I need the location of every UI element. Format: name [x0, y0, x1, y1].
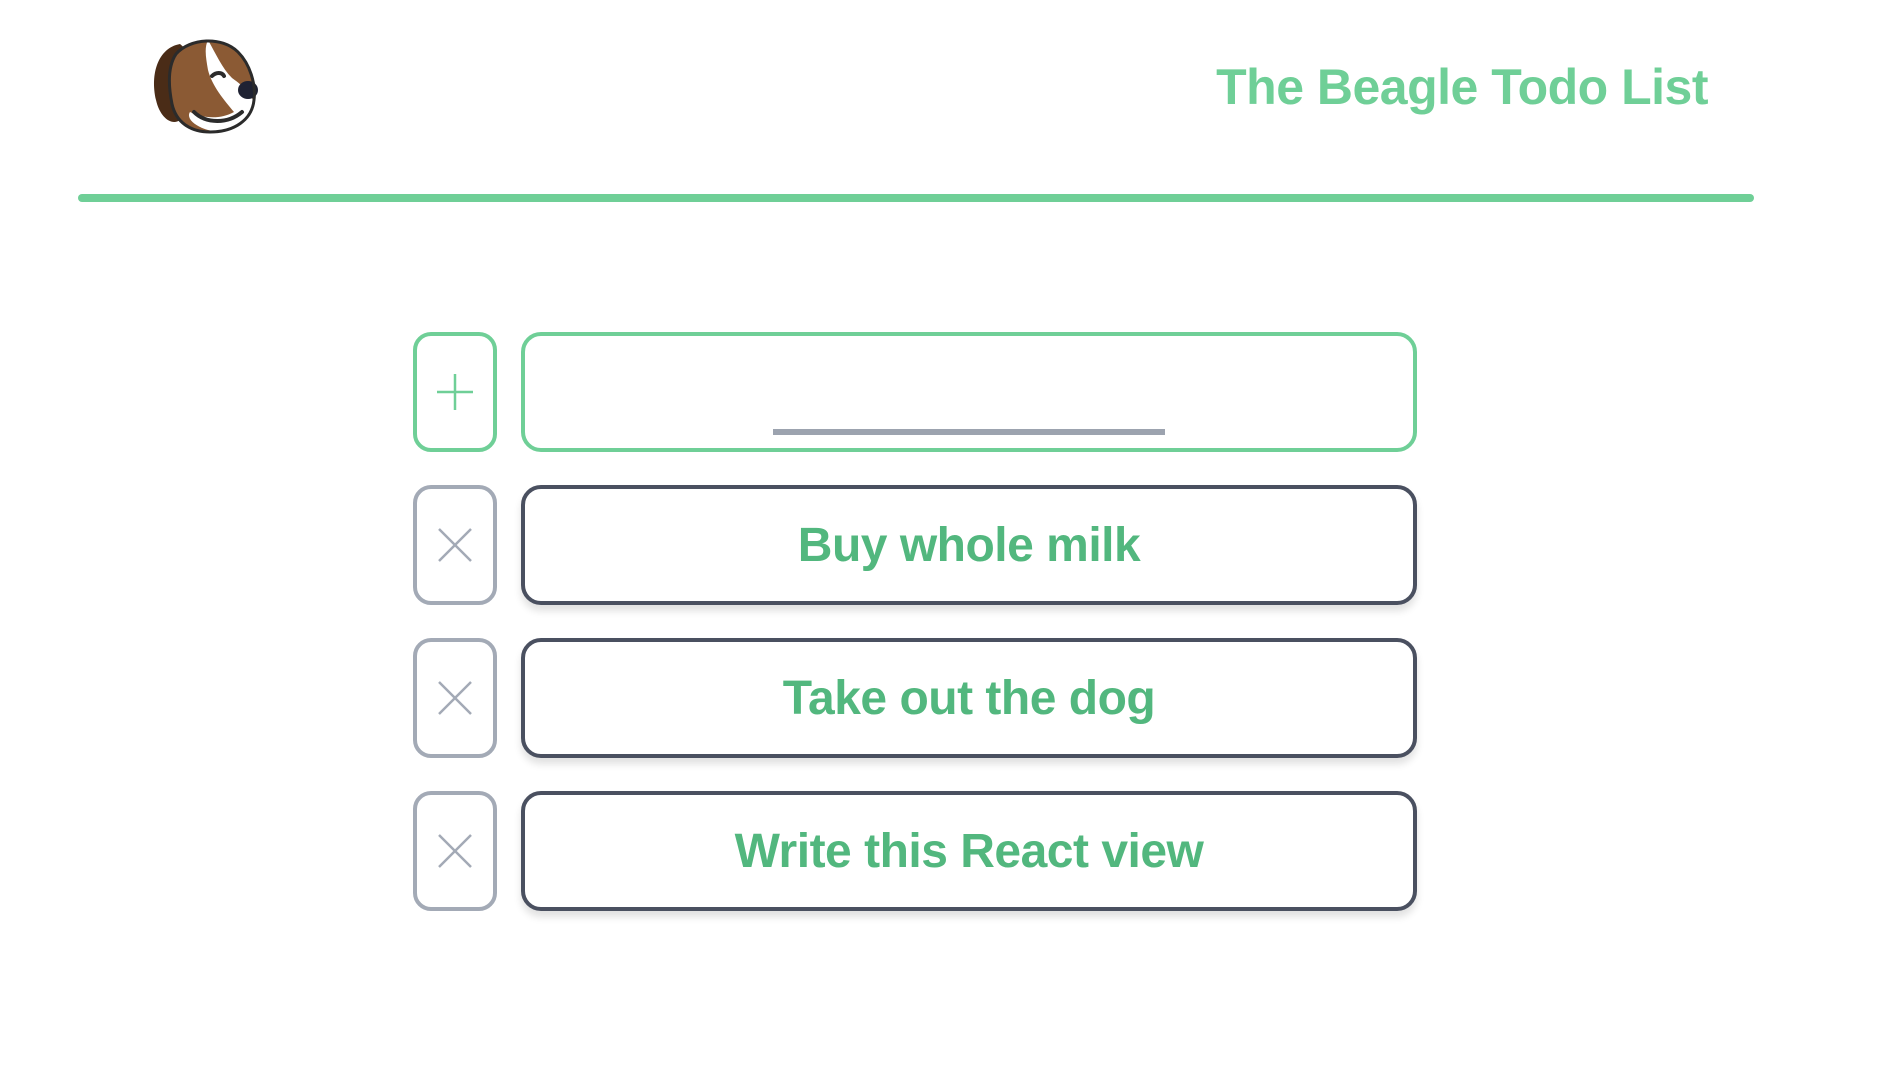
todo-item-label[interactable]: Buy whole milk	[521, 485, 1417, 605]
plus-icon	[437, 374, 473, 410]
beagle-logo-icon	[150, 34, 262, 136]
new-todo-row	[413, 332, 1417, 452]
todo-item-label[interactable]: Write this React view	[521, 791, 1417, 911]
app-title: The Beagle Todo List	[1216, 59, 1708, 115]
todo-item-row: Take out the dog	[413, 638, 1417, 758]
add-todo-button[interactable]	[413, 332, 497, 452]
todo-item-row: Buy whole milk	[413, 485, 1417, 605]
header-divider	[78, 194, 1754, 202]
delete-todo-button[interactable]	[413, 791, 497, 911]
todo-list: Buy whole milk Take out the dog Write th…	[413, 332, 1417, 944]
close-icon	[438, 681, 472, 715]
close-icon	[438, 528, 472, 562]
new-todo-input[interactable]	[773, 367, 1165, 435]
delete-todo-button[interactable]	[413, 485, 497, 605]
new-todo-field	[521, 332, 1417, 452]
close-icon	[438, 834, 472, 868]
todo-item-row: Write this React view	[413, 791, 1417, 911]
delete-todo-button[interactable]	[413, 638, 497, 758]
todo-item-label[interactable]: Take out the dog	[521, 638, 1417, 758]
